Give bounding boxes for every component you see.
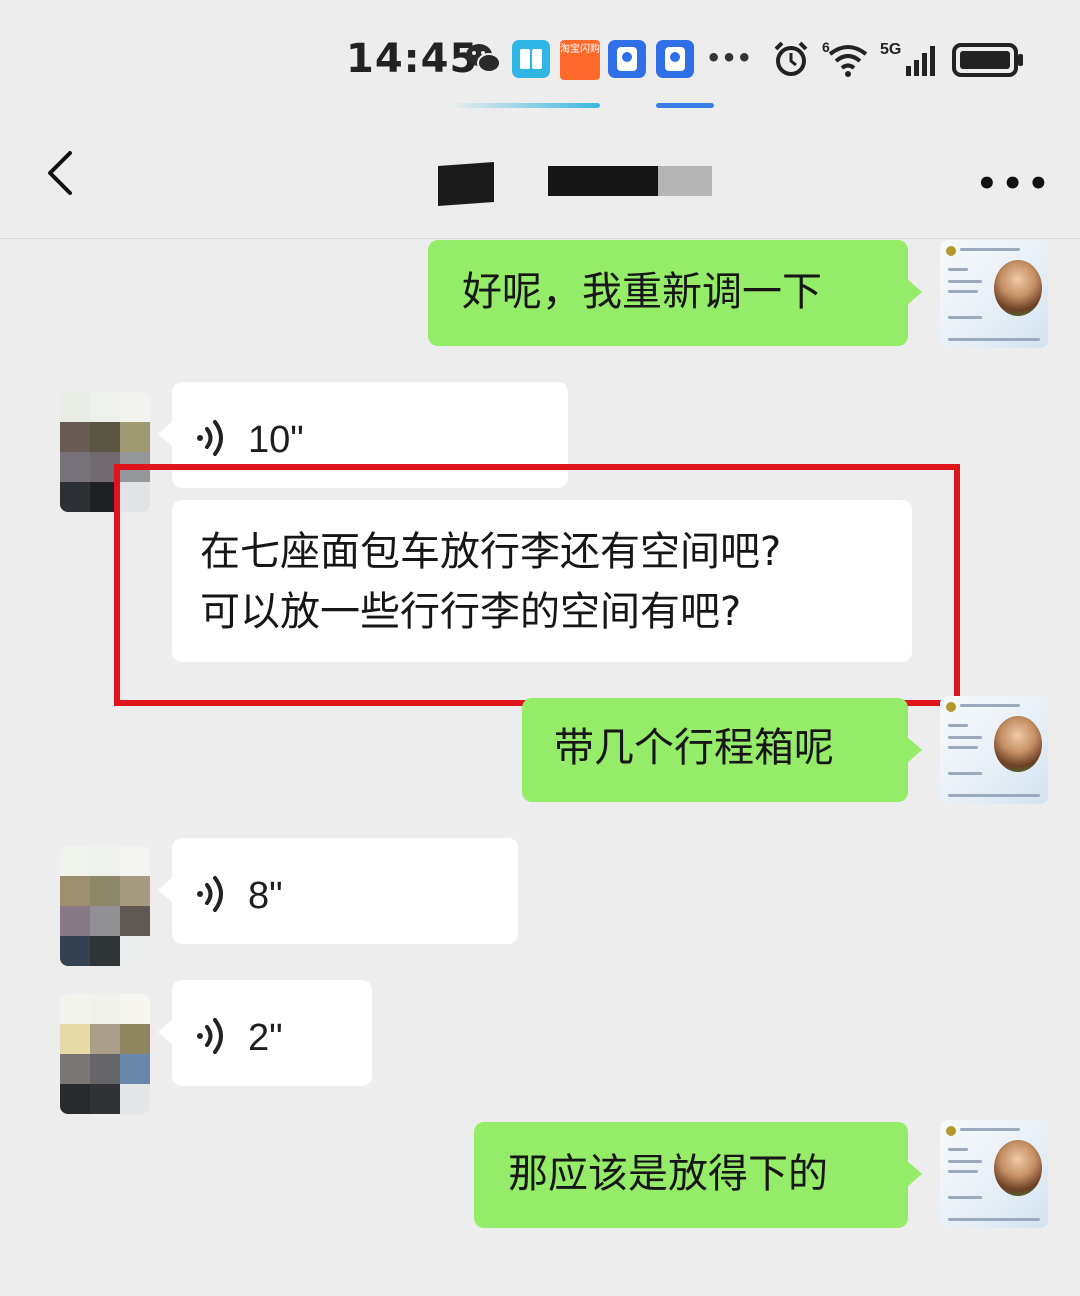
more-icon: ••• xyxy=(706,44,753,72)
svg-text:6: 6 xyxy=(822,39,830,55)
voice-wave-icon xyxy=(197,420,223,456)
app-icon xyxy=(608,40,646,78)
voice-wave-icon xyxy=(197,876,223,912)
contact-avatar[interactable] xyxy=(60,846,150,966)
message-bubble-sent[interactable]: 带几个行程箱呢 xyxy=(522,698,922,802)
message-bubble-sent[interactable]: 好呢，我重新调一下 xyxy=(428,240,922,346)
contact-avatar[interactable] xyxy=(60,994,150,1114)
chat-header: ••• xyxy=(0,120,1080,239)
redaction-block xyxy=(438,162,494,206)
more-options-icon[interactable]: ••• xyxy=(976,164,1053,204)
voice-message[interactable]: 8" xyxy=(158,838,518,944)
voice-wave-icon xyxy=(197,1018,223,1054)
taobao-icon: 淘宝闪购 xyxy=(560,40,600,80)
wifi-icon: 6 xyxy=(822,39,868,77)
my-avatar[interactable] xyxy=(940,240,1048,348)
bubble-tail xyxy=(906,278,922,306)
reader-icon xyxy=(512,40,550,78)
wechat-icon xyxy=(466,44,501,73)
voice-duration: 2" xyxy=(248,1017,283,1059)
message-text: 好呢，我重新调一下 xyxy=(462,269,822,315)
my-avatar[interactable] xyxy=(940,696,1048,804)
message-bubble-sent[interactable]: 那应该是放得下的 xyxy=(474,1122,922,1228)
status-bar: 14:45 淘宝闪购 ••• 6 5G xyxy=(0,0,1080,120)
highlight-annotation-box xyxy=(114,464,960,706)
alarm-icon xyxy=(774,41,808,76)
redaction-block xyxy=(548,166,658,196)
scroll-indicator xyxy=(450,103,600,108)
redaction-block xyxy=(658,166,712,196)
status-time: 14:45 xyxy=(346,36,479,82)
signal-icon: 5G xyxy=(880,41,935,76)
battery-icon xyxy=(952,43,1023,77)
voice-message[interactable]: 2" xyxy=(158,980,372,1086)
my-avatar[interactable] xyxy=(940,1120,1048,1228)
voice-duration: 10" xyxy=(248,419,304,461)
svg-text:5G: 5G xyxy=(880,41,901,58)
back-arrow-icon[interactable] xyxy=(40,148,80,198)
app-icon xyxy=(656,40,694,78)
scroll-indicator xyxy=(656,103,714,108)
message-text: 那应该是放得下的 xyxy=(508,1151,828,1197)
message-text: 带几个行程箱呢 xyxy=(554,725,834,771)
voice-duration: 8" xyxy=(248,875,283,917)
